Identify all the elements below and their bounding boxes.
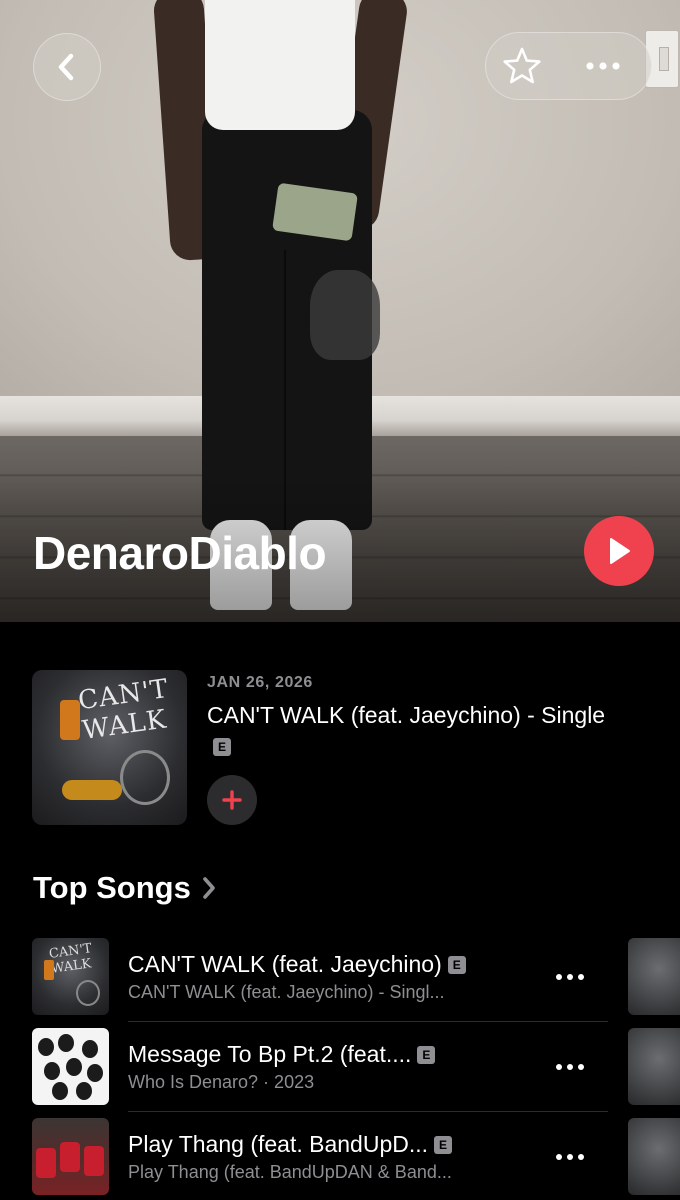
ellipsis-icon <box>556 1064 584 1070</box>
release-date: JAN 26, 2026 <box>207 674 313 691</box>
artwork-lettering: CAN'T WALK <box>48 941 93 977</box>
explicit-badge: E <box>213 738 231 756</box>
release-title-block[interactable]: CAN'T WALK (feat. Jaeychino) - Single E <box>207 700 627 762</box>
artist-name: DenaroDiablo <box>33 527 327 579</box>
artwork-face <box>82 1040 98 1058</box>
artwork-face <box>58 1034 74 1052</box>
row-divider <box>128 1021 608 1022</box>
song-row[interactable]: Message To Bp Pt.2 (feat.... E Who Is Den… <box>0 1025 680 1115</box>
song-more-button[interactable] <box>548 1053 592 1081</box>
header-actions <box>485 32 652 100</box>
song-subtitle: Who Is Denaro? · 2023 <box>128 1072 315 1092</box>
play-button[interactable] <box>584 516 654 586</box>
explicit-badge: E <box>447 956 466 974</box>
artwork-wheelchair <box>76 980 100 1006</box>
release-title: CAN'T WALK (feat. Jaeychino) - Single <box>207 702 606 728</box>
song-more-button[interactable] <box>548 1143 592 1171</box>
song-title: Message To Bp Pt.2 (feat.... <box>128 1041 412 1067</box>
latest-release[interactable]: CAN'T WALK JAN 26, 2026 CAN'T WALK (feat.… <box>0 622 680 862</box>
artwork-figure <box>84 1146 104 1176</box>
explicit-badge: E <box>434 1136 453 1154</box>
artwork-figure <box>60 700 80 740</box>
next-column-artwork[interactable] <box>628 1118 680 1195</box>
song-title-line: Play Thang (feat. BandUpD... E <box>128 1131 528 1158</box>
song-info: CAN'T WALK (feat. Jaeychino) E CAN'T WALK… <box>128 951 528 1003</box>
artwork-wheelchair <box>120 750 170 805</box>
plus-icon <box>222 790 242 810</box>
artwork-face <box>76 1082 92 1100</box>
explicit-badge: E <box>417 1046 436 1064</box>
star-outline-icon <box>503 47 541 84</box>
more-options-button[interactable] <box>585 61 621 71</box>
song-info: Play Thang (feat. BandUpD... E Play Thang… <box>128 1131 528 1183</box>
next-column-artwork[interactable] <box>628 938 680 1015</box>
song-row[interactable]: CAN'T WALK CAN'T WALK (feat. Jaeychino) E … <box>0 935 680 1025</box>
artwork-lettering: CAN'T WALK <box>76 673 171 747</box>
artwork-face <box>44 1062 60 1080</box>
artwork-face <box>66 1058 82 1076</box>
artwork-face <box>87 1064 103 1082</box>
back-button[interactable] <box>33 33 101 101</box>
top-songs-header[interactable]: Top Songs <box>33 870 217 906</box>
song-title: Play Thang (feat. BandUpD... <box>128 1131 429 1157</box>
song-artwork <box>32 1118 109 1195</box>
artwork-face <box>38 1038 54 1056</box>
skull-graphic <box>310 270 380 360</box>
next-column-artwork[interactable] <box>628 1028 680 1105</box>
artwork-figure <box>60 1142 80 1172</box>
song-row[interactable]: Play Thang (feat. BandUpD... E Play Thang… <box>0 1115 680 1200</box>
artwork-shoes <box>62 780 122 800</box>
release-artwork[interactable]: CAN'T WALK <box>32 670 187 825</box>
song-title-line: Message To Bp Pt.2 (feat.... E <box>128 1041 528 1068</box>
artwork-figure <box>44 960 54 980</box>
song-artwork: CAN'T WALK <box>32 938 109 1015</box>
song-more-button[interactable] <box>548 963 592 991</box>
ellipsis-icon <box>556 1154 584 1160</box>
play-icon <box>610 538 630 564</box>
song-subtitle: Play Thang (feat. BandUpDAN & Band... <box>128 1162 452 1182</box>
top-songs-title: Top Songs <box>33 870 191 905</box>
row-divider <box>128 1111 608 1112</box>
add-to-library-button[interactable] <box>207 775 257 825</box>
artwork-figure <box>36 1148 56 1178</box>
chevron-left-icon <box>58 53 74 81</box>
chevron-right-icon <box>203 877 215 899</box>
artwork-face <box>52 1082 68 1100</box>
song-info: Message To Bp Pt.2 (feat.... E Who Is Den… <box>128 1041 528 1093</box>
ellipsis-icon <box>556 974 584 980</box>
song-title: CAN'T WALK (feat. Jaeychino) <box>128 951 442 977</box>
ellipsis-icon <box>586 62 620 70</box>
favorite-button[interactable] <box>502 46 542 86</box>
song-subtitle: CAN'T WALK (feat. Jaeychino) - Singl... <box>128 982 445 1002</box>
shirt <box>205 0 355 130</box>
song-artwork <box>32 1028 109 1105</box>
song-title-line: CAN'T WALK (feat. Jaeychino) E <box>128 951 528 978</box>
